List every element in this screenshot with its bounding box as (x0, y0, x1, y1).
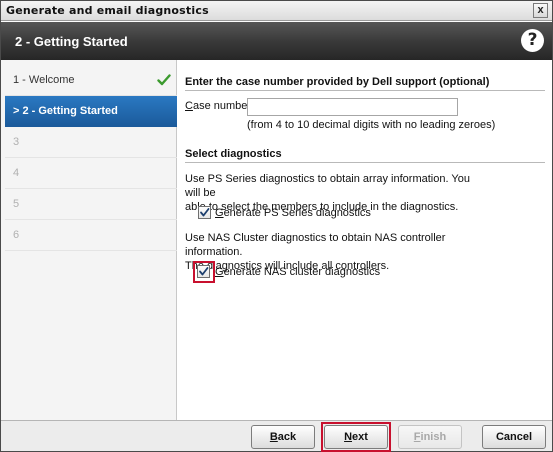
wizard-footer: Back Next Finish Cancel (1, 420, 552, 452)
step-title: 2 - Getting Started (15, 34, 128, 49)
step-label: 4 (13, 167, 20, 179)
close-button[interactable]: x (533, 3, 548, 18)
step-item-getting-started[interactable]: > 2 - Getting Started (5, 96, 177, 127)
step-label: 1 - Welcome (13, 74, 75, 86)
step-item-6: 6 (5, 220, 177, 251)
nas-cluster-checkbox[interactable] (197, 265, 210, 278)
help-icon[interactable]: ? (521, 29, 544, 52)
checkmark-icon (200, 208, 210, 217)
step-item-4: 4 (5, 158, 177, 189)
window-title: Generate and email diagnostics (6, 4, 209, 17)
diagnostics-dialog: Generate and email diagnostics x 2 - Get… (0, 0, 553, 452)
ps-series-checkbox[interactable] (198, 206, 211, 219)
section-divider (185, 162, 545, 163)
wizard-header: 2 - Getting Started ? (1, 22, 552, 60)
wizard-step-list: 1 - Welcome > 2 - Getting Started 3 4 5 … (1, 60, 177, 420)
step-content: Enter the case number provided by Dell s… (178, 60, 552, 420)
step-label: 3 (13, 136, 20, 148)
checkmark-icon (157, 74, 171, 86)
case-number-input[interactable] (247, 98, 458, 116)
back-button[interactable]: Back (251, 425, 315, 449)
step-label: > 2 - Getting Started (13, 105, 118, 117)
step-label: 5 (13, 198, 20, 210)
step-label: 6 (13, 229, 20, 241)
title-bar[interactable]: Generate and email diagnostics x (1, 1, 552, 21)
cancel-button[interactable]: Cancel (482, 425, 546, 449)
case-number-label: Case number: (185, 100, 255, 112)
step-item-welcome[interactable]: 1 - Welcome (5, 65, 177, 96)
checkmark-icon (199, 267, 209, 276)
step-item-3: 3 (5, 127, 177, 158)
diagnostics-section-title: Select diagnostics (185, 148, 282, 160)
section-divider (185, 90, 545, 91)
case-section-title: Enter the case number provided by Dell s… (185, 76, 490, 88)
case-number-hint: (from 4 to 10 decimal digits with no lea… (247, 119, 496, 131)
ps-series-checkbox-label[interactable]: Generate PS Series diagnostics (215, 207, 371, 219)
next-button[interactable]: Next (324, 425, 388, 449)
nas-cluster-checkbox-label[interactable]: Generate NAS cluster diagnostics (215, 266, 380, 278)
step-item-5: 5 (5, 189, 177, 220)
finish-button: Finish (398, 425, 462, 449)
